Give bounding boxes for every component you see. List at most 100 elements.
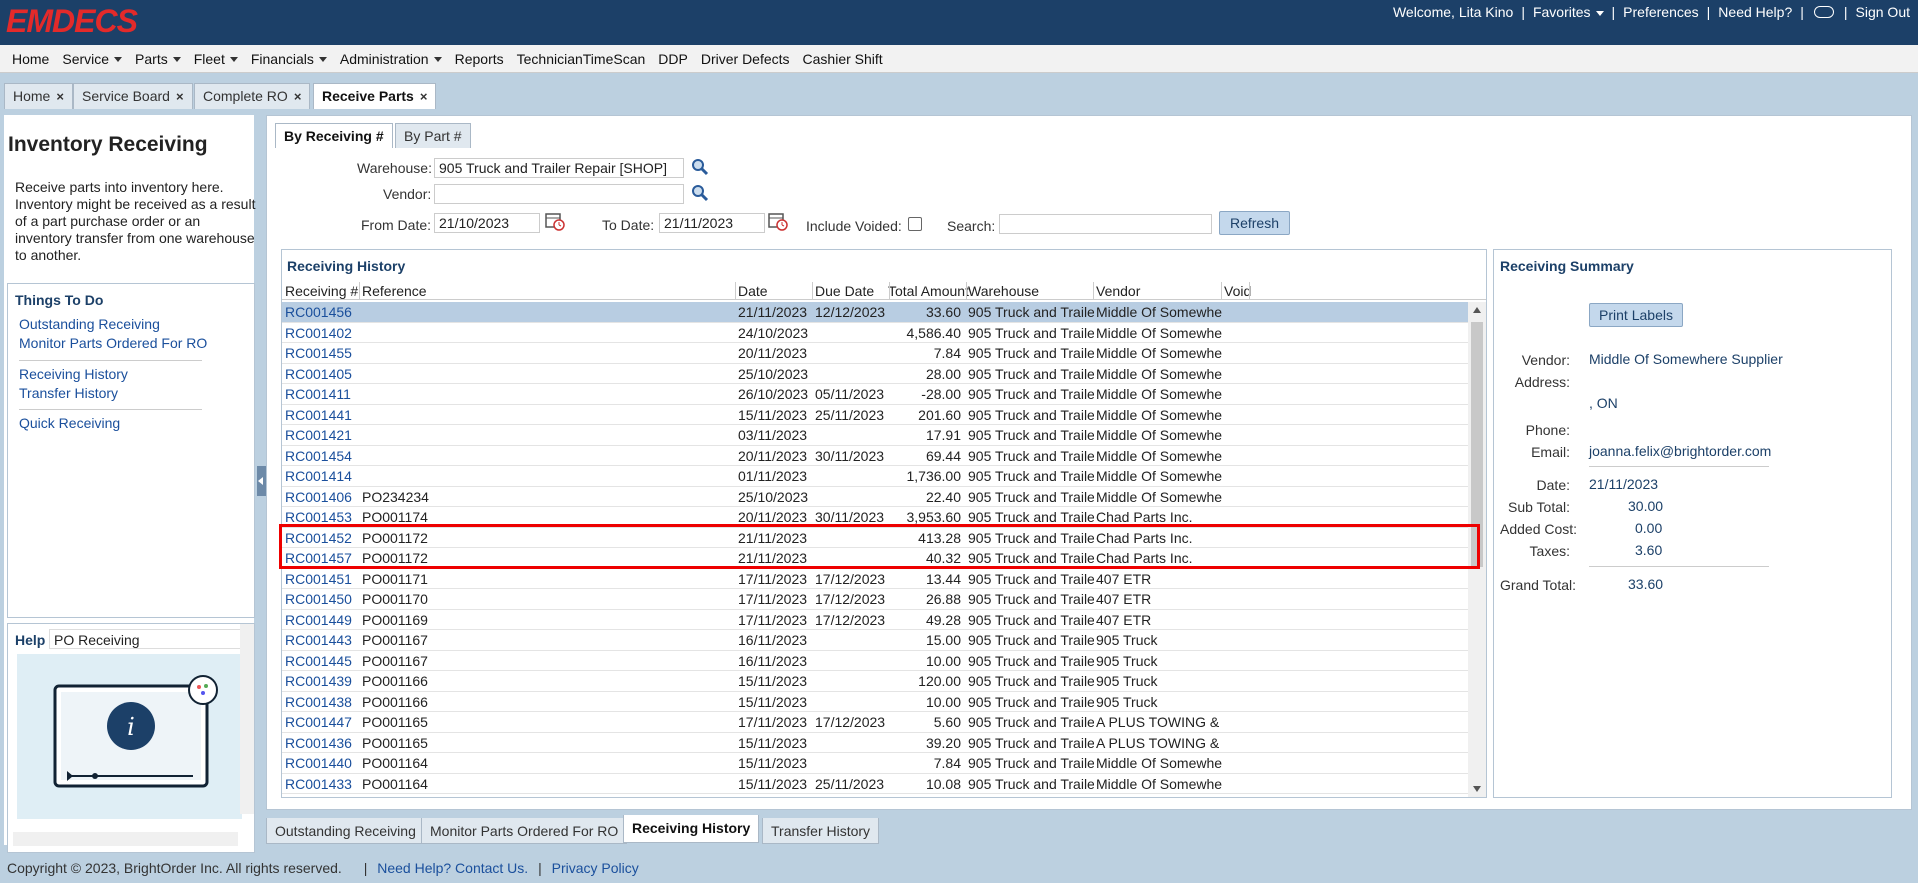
search-input[interactable] <box>999 214 1212 234</box>
close-icon[interactable]: × <box>294 89 302 104</box>
chat-icon[interactable] <box>1813 6 1834 18</box>
receiving-number-link[interactable]: RC001421 <box>285 427 360 443</box>
table-row[interactable]: RC001449 PO001169 17/11/2023 17/12/2023 49.2… <box>282 610 1468 630</box>
column-header[interactable]: Void <box>1224 283 1251 299</box>
scroll-down-icon[interactable] <box>1472 785 1482 793</box>
column-header[interactable]: Vendor <box>1096 283 1140 299</box>
column-header[interactable]: Warehouse <box>968 283 1039 299</box>
help-scrollbar-horizontal[interactable] <box>13 832 238 846</box>
column-divider[interactable] <box>1093 282 1094 300</box>
menu-parts[interactable]: Parts <box>135 51 181 67</box>
close-icon[interactable]: × <box>56 89 64 104</box>
column-divider[interactable] <box>889 282 890 300</box>
column-divider[interactable] <box>966 282 967 300</box>
table-row[interactable]: RC001454 20/11/2023 30/11/2023 69.44 905 Tru… <box>282 446 1468 466</box>
table-row[interactable]: RC001411 26/10/2023 05/11/2023 -28.00 905 Tr… <box>282 384 1468 405</box>
menu-techniciantimescan[interactable]: TechnicianTimeScan <box>517 51 646 67</box>
table-row[interactable]: RC001438 PO001166 15/11/2023 10.00 905 Truck… <box>282 692 1468 712</box>
table-row[interactable]: RC001406 PO234234 25/10/2023 22.40 905 Truck… <box>282 487 1468 507</box>
receiving-number-link[interactable]: RC001451 <box>285 571 360 587</box>
tab-home[interactable]: Home × <box>4 83 73 109</box>
todo-quick-receiving[interactable]: Quick Receiving <box>19 415 120 431</box>
receiving-number-link[interactable]: RC001406 <box>285 489 360 505</box>
print-labels-button[interactable]: Print Labels <box>1589 303 1683 327</box>
table-row[interactable]: RC001455 20/11/2023 7.84 905 Truck and Trai… <box>282 343 1468 364</box>
receiving-number-link[interactable]: RC001449 <box>285 612 360 628</box>
menu-home[interactable]: Home <box>12 51 49 67</box>
todo-receiving-history[interactable]: Receiving History <box>19 366 128 382</box>
menu-reports[interactable]: Reports <box>455 51 504 67</box>
table-row[interactable]: RC001443 PO001167 16/11/2023 15.00 905 Truck… <box>282 630 1468 651</box>
column-header[interactable]: Date <box>738 283 768 299</box>
from-date-field[interactable]: 21/10/2023 <box>434 213 540 233</box>
table-row[interactable]: RC001445 PO001167 16/11/2023 10.00 905 Truck… <box>282 651 1468 671</box>
todo-monitor-parts[interactable]: Monitor Parts Ordered For RO <box>19 335 207 351</box>
receiving-number-link[interactable]: RC001402 <box>285 325 360 341</box>
receiving-number-link[interactable]: RC001456 <box>285 304 360 320</box>
tab-receive-parts[interactable]: Receive Parts × <box>313 83 437 110</box>
receiving-number-link[interactable]: RC001411 <box>285 386 360 402</box>
include-voided-checkbox[interactable] <box>908 217 922 231</box>
receiving-number-link[interactable]: RC001453 <box>285 509 360 525</box>
receiving-number-link[interactable]: RC001445 <box>285 653 360 669</box>
subtab-by-receiving[interactable]: By Receiving # <box>275 123 393 148</box>
favorites-menu[interactable]: Favorites <box>1533 4 1604 20</box>
search-icon[interactable] <box>691 158 709 176</box>
column-header[interactable]: Receiving # <box>285 283 358 299</box>
help-scrollbar-vertical[interactable] <box>240 624 254 814</box>
table-row[interactable]: RC001433 PO001164 15/11/2023 25/11/2023 10.0… <box>282 774 1468 794</box>
tab-complete-ro[interactable]: Complete RO × <box>194 83 311 109</box>
table-row[interactable]: RC001402 24/10/2023 4,586.40 905 Truck and … <box>282 323 1468 343</box>
table-row[interactable]: RC001440 PO001164 15/11/2023 7.84 905 Truck … <box>282 753 1468 774</box>
need-help-link[interactable]: Need Help? <box>1718 4 1792 20</box>
receiving-number-link[interactable]: RC001405 <box>285 366 360 382</box>
table-row[interactable]: RC001439 PO001166 15/11/2023 120.00 905 Truc… <box>282 671 1468 692</box>
vendor-field[interactable] <box>434 184 684 204</box>
receiving-number-link[interactable]: RC001455 <box>285 345 360 361</box>
tab-receiving-history[interactable]: Receiving History <box>623 815 760 843</box>
column-divider[interactable] <box>812 282 813 300</box>
column-header[interactable]: Due Date <box>815 283 874 299</box>
menu-fleet[interactable]: Fleet <box>194 51 238 67</box>
menu-administration[interactable]: Administration <box>340 51 442 67</box>
calendar-icon[interactable] <box>545 211 565 231</box>
refresh-button[interactable]: Refresh <box>1219 211 1290 235</box>
menu-financials[interactable]: Financials <box>251 51 327 67</box>
column-header[interactable]: Total Amount <box>888 283 969 299</box>
table-row[interactable]: RC001447 PO001165 17/11/2023 17/12/2023 5.60… <box>282 712 1468 733</box>
column-divider[interactable] <box>1221 282 1222 300</box>
menu-driver-defects[interactable]: Driver Defects <box>701 51 790 67</box>
receiving-number-link[interactable]: RC001433 <box>285 776 360 792</box>
privacy-policy-link[interactable]: Privacy Policy <box>552 860 639 876</box>
receiving-number-link[interactable]: RC001438 <box>285 694 360 710</box>
app-logo[interactable]: EMDECS <box>6 3 138 40</box>
todo-outstanding-receiving[interactable]: Outstanding Receiving <box>19 316 160 332</box>
collapse-panel-button[interactable] <box>257 466 266 496</box>
tab-transfer-history[interactable]: Transfer History <box>762 818 880 844</box>
receiving-number-link[interactable]: RC001454 <box>285 448 360 464</box>
scroll-up-icon[interactable] <box>1472 306 1482 314</box>
menu-cashier-shift[interactable]: Cashier Shift <box>803 51 883 67</box>
tab-service-board[interactable]: Service Board × <box>73 83 193 109</box>
warehouse-field[interactable]: 905 Truck and Trailer Repair [SHOP] <box>434 158 684 178</box>
tab-monitor-parts[interactable]: Monitor Parts Ordered For RO <box>421 818 628 844</box>
sign-out-link[interactable]: Sign Out <box>1856 4 1910 20</box>
calendar-icon[interactable] <box>768 211 788 231</box>
table-row[interactable]: RC001456 21/11/2023 12/12/2023 33.60 905 Tru… <box>282 302 1468 323</box>
close-icon[interactable]: × <box>176 89 184 104</box>
preferences-link[interactable]: Preferences <box>1623 4 1698 20</box>
column-divider[interactable] <box>735 282 736 300</box>
table-row[interactable]: RC001436 PO001165 15/11/2023 39.20 905 Truck… <box>282 733 1468 753</box>
column-divider[interactable] <box>1249 282 1250 300</box>
close-icon[interactable]: × <box>420 89 428 104</box>
column-header[interactable]: Reference <box>362 283 427 299</box>
receiving-number-link[interactable]: RC001447 <box>285 714 360 730</box>
menu-ddp[interactable]: DDP <box>658 51 688 67</box>
table-row[interactable]: RC001421 03/11/2023 17.91 905 Truck and Tra… <box>282 425 1468 446</box>
receiving-number-link[interactable]: RC001443 <box>285 632 360 648</box>
help-video-thumbnail[interactable]: i <box>17 654 242 819</box>
table-row[interactable]: RC001450 PO001170 17/11/2023 17/12/2023 26.8… <box>282 589 1468 610</box>
table-row[interactable]: RC001451 PO001171 17/11/2023 17/12/2023 13.4… <box>282 569 1468 589</box>
to-date-field[interactable]: 21/11/2023 <box>659 213 765 233</box>
table-row[interactable]: RC001405 25/10/2023 28.00 905 Truck and Tra… <box>282 364 1468 384</box>
